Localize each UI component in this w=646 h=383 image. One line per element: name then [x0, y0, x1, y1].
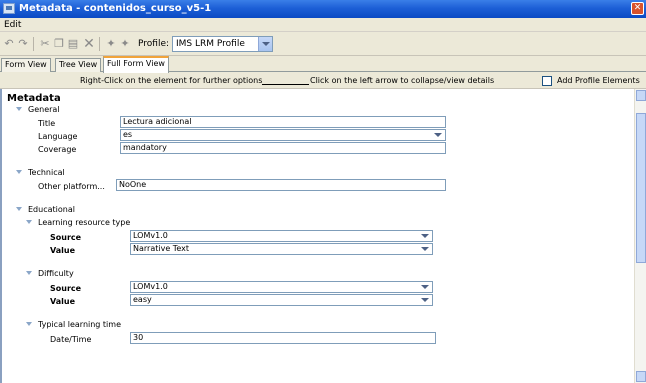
scroll-thumb[interactable] [636, 113, 646, 263]
delete-icon[interactable]: ✕ [82, 37, 96, 51]
general-label: General [28, 105, 60, 114]
tab-form-view[interactable]: Form View [1, 58, 51, 72]
datetime-value: 30 [133, 333, 144, 342]
difficulty-node[interactable]: Difficulty [26, 269, 74, 278]
lrt-value-value: Narrative Text [133, 244, 189, 253]
cut-icon[interactable]: ✂ [38, 37, 52, 51]
view-tabs: Form View Tree View Full Form View [0, 56, 646, 73]
technical-label: Technical [28, 168, 65, 177]
collapse-arrow-icon[interactable] [26, 220, 32, 224]
hint-underline [262, 84, 309, 85]
menu-edit[interactable]: Edit [4, 20, 21, 30]
metadata-heading: Metadata [7, 93, 61, 104]
difficulty-value-value: easy [133, 295, 152, 304]
menubar: Edit [0, 18, 646, 32]
lrt-source-select[interactable]: LOMv1.0 [130, 230, 433, 242]
learning-resource-type-node[interactable]: Learning resource type [26, 218, 130, 227]
toolbar-separator [33, 37, 34, 51]
chevron-down-icon[interactable] [258, 37, 272, 51]
profile-select[interactable]: IMS LRM Profile [172, 36, 273, 52]
lrt-source-label: Source [50, 233, 82, 242]
coverage-value: mandatory [123, 143, 167, 152]
learning-resource-type-label: Learning resource type [38, 218, 131, 227]
vertical-scrollbar[interactable] [634, 89, 646, 383]
difficulty-source-value: LOMv1.0 [133, 282, 168, 291]
chevron-down-icon[interactable] [418, 295, 432, 305]
app-icon [3, 3, 15, 14]
copy-icon[interactable]: ❐ [52, 37, 66, 51]
collapse-arrow-icon[interactable] [26, 271, 32, 275]
coverage-label: Coverage [38, 145, 77, 154]
datetime-label: Date/Time [50, 335, 92, 344]
title-value: Lectura adicional [123, 117, 192, 126]
metadata-form: Metadata General Title Lectura adicional… [0, 89, 634, 383]
general-node[interactable]: General [16, 105, 60, 114]
tab-full-form-view[interactable]: Full Form View [103, 56, 169, 73]
language-label: Language [38, 132, 78, 141]
chevron-down-icon[interactable] [418, 231, 432, 241]
chevron-down-icon[interactable] [418, 244, 432, 254]
move-down-icon[interactable]: ✦ [118, 37, 132, 51]
language-value: es [123, 130, 133, 139]
profile-value: IMS LRM Profile [176, 39, 245, 49]
title-field[interactable]: Lectura adicional [120, 116, 446, 128]
collapse-arrow-icon[interactable] [16, 207, 22, 211]
move-up-icon[interactable]: ✦ [104, 37, 118, 51]
redo-icon[interactable]: ↷ [16, 37, 30, 51]
close-icon[interactable]: ✕ [631, 2, 644, 15]
difficulty-source-select[interactable]: LOMv1.0 [130, 281, 433, 293]
add-profile-elements-checkbox[interactable] [542, 76, 552, 86]
undo-icon[interactable]: ↶ [2, 37, 16, 51]
educational-node[interactable]: Educational [16, 205, 75, 214]
coverage-field[interactable]: mandatory [120, 142, 446, 154]
collapse-arrow-icon[interactable] [16, 170, 22, 174]
hint-right-click: Right-Click on the element for further o… [80, 76, 263, 85]
chevron-down-icon[interactable] [418, 282, 432, 292]
hint-collapse: Click on the left arrow to collapse/view… [310, 76, 495, 85]
tab-tree-view[interactable]: Tree View [55, 58, 102, 72]
paste-icon[interactable]: ▤ [66, 37, 80, 51]
collapse-arrow-icon[interactable] [16, 107, 22, 111]
window-titlebar: Metadata - contenidos_curso_v5-1 ✕ [0, 0, 646, 18]
difficulty-label: Difficulty [38, 269, 74, 278]
educational-label: Educational [28, 205, 75, 214]
profile-label: Profile: [138, 39, 170, 49]
typical-learning-time-node[interactable]: Typical learning time [26, 320, 121, 329]
collapse-arrow-icon[interactable] [26, 322, 32, 326]
typical-learning-time-label: Typical learning time [38, 320, 121, 329]
chevron-down-icon[interactable] [431, 130, 445, 140]
title-label: Title [38, 119, 56, 128]
other-platform-value: NoOne [119, 180, 147, 189]
toolbar: ↶ ↷ ✂ ❐ ▤ ✕ ✦ ✦ Profile: IMS LRM Profile [0, 32, 646, 56]
other-platform-field[interactable]: NoOne [116, 179, 446, 191]
technical-node[interactable]: Technical [16, 168, 65, 177]
lrt-value-label: Value [50, 246, 76, 255]
toolbar-separator [99, 37, 100, 51]
lrt-source-value: LOMv1.0 [133, 231, 168, 240]
scroll-up-icon[interactable] [636, 90, 646, 101]
add-profile-elements-label: Add Profile Elements [557, 76, 640, 85]
scroll-down-icon[interactable] [636, 371, 646, 382]
window-title: Metadata - contenidos_curso_v5-1 [19, 3, 212, 14]
other-platform-label: Other platform... [38, 182, 105, 191]
datetime-field[interactable]: 30 [130, 332, 436, 344]
difficulty-source-label: Source [50, 284, 82, 293]
difficulty-value-select[interactable]: easy [130, 294, 433, 306]
difficulty-value-label: Value [50, 297, 76, 306]
language-select[interactable]: es [120, 129, 446, 141]
lrt-value-select[interactable]: Narrative Text [130, 243, 433, 255]
hint-bar: Right-Click on the element for further o… [0, 72, 646, 89]
